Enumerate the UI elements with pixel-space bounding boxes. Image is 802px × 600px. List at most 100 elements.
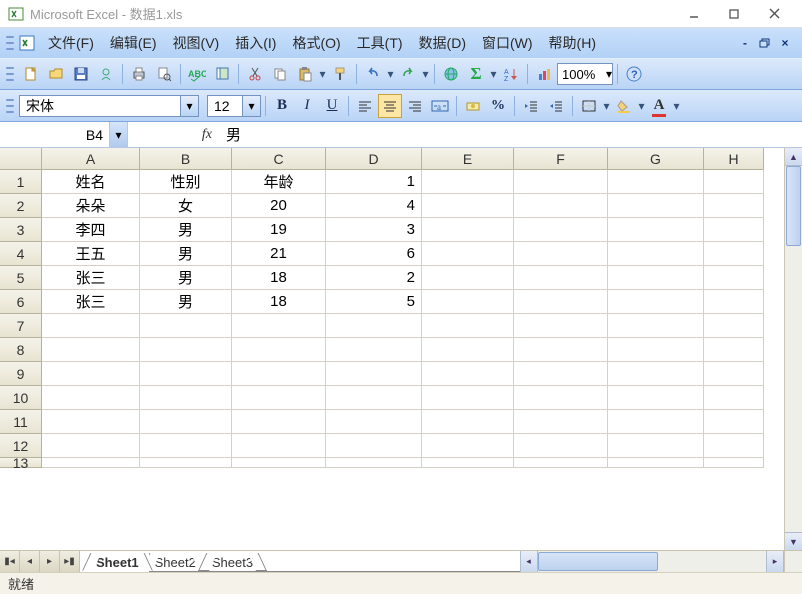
cell[interactable]: 4 (326, 194, 422, 218)
row-header[interactable]: 3 (0, 218, 42, 242)
hscroll-thumb[interactable] (538, 552, 658, 571)
menu-insert[interactable]: 插入(I) (227, 31, 284, 55)
cell[interactable] (140, 410, 232, 434)
paste-button[interactable] (293, 62, 317, 86)
cell[interactable] (514, 194, 608, 218)
align-left-button[interactable] (353, 94, 377, 118)
font-name-combo[interactable]: ▾ (19, 95, 199, 117)
cell[interactable] (704, 290, 764, 314)
cell[interactable] (608, 194, 704, 218)
menu-format[interactable]: 格式(O) (284, 31, 348, 55)
cell[interactable] (704, 338, 764, 362)
row-header[interactable]: 8 (0, 338, 42, 362)
cell[interactable] (42, 314, 140, 338)
cell[interactable] (422, 338, 514, 362)
row-header[interactable]: 1 (0, 170, 42, 194)
close-button[interactable] (754, 0, 794, 28)
row-header[interactable]: 6 (0, 290, 42, 314)
redo-button[interactable] (396, 62, 420, 86)
doc-close-button[interactable]: × (776, 35, 794, 51)
menu-view[interactable]: 视图(V) (165, 31, 228, 55)
cell[interactable]: 3 (326, 218, 422, 242)
redo-dropdown[interactable]: ▾ (421, 67, 430, 81)
cell[interactable] (608, 290, 704, 314)
select-all-corner[interactable] (0, 148, 42, 170)
cell[interactable]: 6 (326, 242, 422, 266)
cell[interactable]: 19 (232, 218, 326, 242)
cell[interactable] (326, 362, 422, 386)
scroll-left-button[interactable]: ◂ (520, 551, 538, 572)
cell[interactable]: 王五 (42, 242, 140, 266)
cell[interactable] (704, 314, 764, 338)
cell[interactable] (704, 170, 764, 194)
cell[interactable] (514, 170, 608, 194)
row-header[interactable]: 9 (0, 362, 42, 386)
cell[interactable] (514, 266, 608, 290)
decrease-indent-button[interactable] (519, 94, 543, 118)
column-header[interactable]: C (232, 148, 326, 170)
increase-indent-button[interactable] (544, 94, 568, 118)
spelling-button[interactable]: ABC (185, 62, 209, 86)
tab-last-button[interactable]: ▸▮ (60, 551, 80, 572)
cell[interactable] (232, 338, 326, 362)
cell[interactable] (514, 314, 608, 338)
cell[interactable] (608, 266, 704, 290)
hyperlink-button[interactable] (439, 62, 463, 86)
cell[interactable]: 年龄 (232, 170, 326, 194)
fill-color-dropdown[interactable]: ▾ (637, 99, 646, 113)
align-right-button[interactable] (403, 94, 427, 118)
cell[interactable]: 性别 (140, 170, 232, 194)
cell[interactable] (42, 386, 140, 410)
cell[interactable] (608, 218, 704, 242)
cell[interactable] (608, 410, 704, 434)
sheet-tab[interactable]: Sheet1 (82, 553, 149, 572)
column-header[interactable]: H (704, 148, 764, 170)
sort-asc-button[interactable]: AZ (499, 62, 523, 86)
save-button[interactable] (69, 62, 93, 86)
menu-window[interactable]: 窗口(W) (474, 31, 541, 55)
cell[interactable] (704, 194, 764, 218)
copy-button[interactable] (268, 62, 292, 86)
minimize-button[interactable] (674, 0, 714, 28)
sheet-tab[interactable]: Sheet3 (198, 553, 263, 572)
doc-minimize-button[interactable]: - (736, 35, 754, 51)
cell[interactable] (140, 338, 232, 362)
row-header[interactable]: 13 (0, 458, 42, 468)
cell[interactable] (422, 194, 514, 218)
fx-label[interactable]: fx (128, 127, 218, 143)
cell[interactable]: 20 (232, 194, 326, 218)
zoom-input[interactable] (558, 67, 606, 82)
column-header[interactable]: G (608, 148, 704, 170)
cell[interactable] (514, 434, 608, 458)
font-color-button[interactable]: A (647, 94, 671, 118)
cell[interactable] (704, 386, 764, 410)
cell[interactable] (140, 434, 232, 458)
cell[interactable]: 男 (140, 266, 232, 290)
cell[interactable] (326, 314, 422, 338)
currency-button[interactable] (461, 94, 485, 118)
cell[interactable] (140, 458, 232, 468)
cell[interactable] (608, 458, 704, 468)
cell[interactable]: 18 (232, 266, 326, 290)
font-color-dropdown[interactable]: ▾ (672, 99, 681, 113)
cell[interactable]: 姓名 (42, 170, 140, 194)
cell[interactable]: 1 (326, 170, 422, 194)
cell[interactable] (514, 338, 608, 362)
cell[interactable] (608, 242, 704, 266)
cell[interactable] (140, 362, 232, 386)
cell[interactable] (140, 386, 232, 410)
cell[interactable] (326, 386, 422, 410)
cell[interactable] (422, 170, 514, 194)
cell[interactable] (232, 386, 326, 410)
autosum-dropdown[interactable]: ▾ (489, 67, 498, 81)
column-header[interactable]: D (326, 148, 422, 170)
permission-button[interactable] (94, 62, 118, 86)
chevron-down-icon[interactable]: ▾ (180, 96, 198, 116)
cell[interactable] (514, 290, 608, 314)
borders-button[interactable] (577, 94, 601, 118)
row-header[interactable]: 5 (0, 266, 42, 290)
cell[interactable] (608, 362, 704, 386)
cell[interactable] (326, 338, 422, 362)
cell[interactable] (704, 434, 764, 458)
font-size-input[interactable] (208, 97, 242, 115)
